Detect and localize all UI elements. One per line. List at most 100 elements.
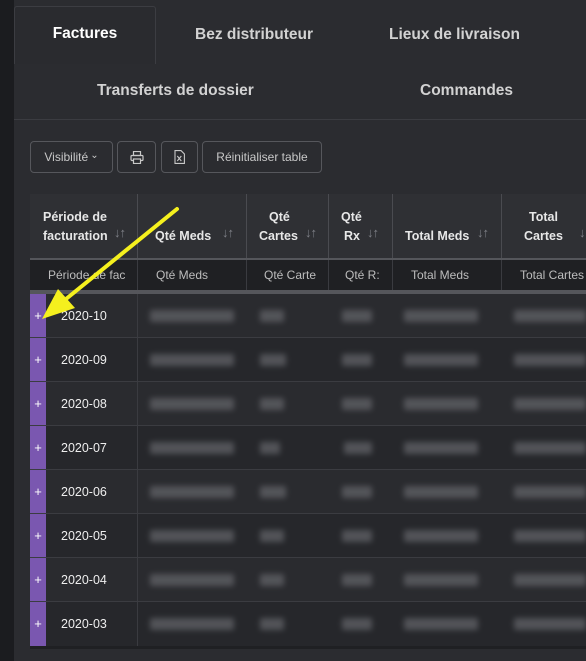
filter-input-total-cartes[interactable]: Total Cartes [502,260,586,290]
redacted-value [342,398,372,410]
redacted-value [260,486,286,498]
column-header-total-cartes-line2: Cartes [524,229,563,243]
printer-icon [129,150,144,164]
redacted-value [514,486,586,498]
column-header-periode-line1: Période de [43,210,107,224]
column-header-qte-rx[interactable]: Qté Rx ↓↑ [329,194,393,258]
period-value: 2020-07 [61,441,107,455]
column-header-periode[interactable]: Période de facturation ↓↑ [30,194,138,258]
filter-input-qte-meds[interactable]: Qté Meds [138,260,247,290]
table-row: + 2020-06 [30,470,586,514]
sort-icon[interactable]: ↓↑ [222,225,234,240]
redacted-value [404,398,478,410]
column-header-qte-cartes[interactable]: Qté Cartes ↓↑ [247,194,329,258]
redacted-value [342,574,372,586]
redacted-value [150,398,234,410]
redacted-value [260,398,284,410]
column-header-qte-rx-line1: Qté [341,210,362,224]
column-header-qte-cartes-line1: Qté [269,210,290,224]
expand-row-button[interactable]: + [30,426,46,470]
redacted-value [514,574,586,586]
redacted-value [342,354,372,366]
redacted-value [150,530,234,542]
redacted-value [150,310,234,322]
expand-row-button[interactable]: + [30,514,46,558]
redacted-value [342,310,372,322]
chevron-down-icon: ⌄ [90,149,99,161]
redacted-value [404,310,478,322]
excel-file-icon [174,150,185,164]
tab-transferts-de-dossier[interactable]: Transferts de dossier [97,82,254,100]
column-header-periode-line2: facturation [43,229,108,243]
redacted-value [150,354,234,366]
column-header-total-cartes-line1: Total [529,210,558,224]
expand-row-button[interactable]: + [30,338,46,382]
redacted-value [404,354,478,366]
table-row: + 2020-09 [30,338,586,382]
redacted-value [260,310,284,322]
sort-icon[interactable]: ↓↑ [305,225,317,240]
redacted-value [342,618,372,630]
redacted-value [342,486,372,498]
window-left-edge [0,0,14,661]
redacted-value [150,574,234,586]
sort-icon[interactable]: ↓↑ [114,225,126,240]
sort-icon[interactable]: ↓↑ [579,225,586,240]
redacted-value [514,530,586,542]
redacted-value [514,618,586,630]
table-row: + 2020-10 [30,294,586,338]
column-header-total-meds[interactable]: Total Meds ↓↑ [393,194,502,258]
redacted-value [514,398,586,410]
expand-row-button[interactable]: + [30,294,46,338]
period-value: 2020-09 [61,353,107,367]
redacted-value [404,442,478,454]
expand-row-button[interactable]: + [30,470,46,514]
table-row: + 2020-08 [30,382,586,426]
expand-row-button[interactable]: + [30,602,46,646]
redacted-value [514,354,586,366]
tab-factures[interactable]: Factures [14,6,156,64]
print-button[interactable] [117,141,156,173]
redacted-value [404,486,478,498]
redacted-value [404,618,478,630]
column-header-qte-meds[interactable]: Qté Meds ↓↑ [138,194,247,258]
redacted-value [404,530,478,542]
redacted-value [514,310,586,322]
visibility-dropdown-button[interactable]: Visibilité ⌄ [30,141,113,173]
filter-input-total-meds[interactable]: Total Meds [393,260,502,290]
sort-icon[interactable]: ↓↑ [367,225,379,240]
redacted-value [150,442,234,454]
column-header-total-meds-label: Total Meds [405,229,470,243]
filter-input-qte-rx[interactable]: Qté R: [329,260,393,290]
redacted-value [260,442,280,454]
period-value: 2020-04 [61,573,107,587]
redacted-value [150,486,234,498]
expand-row-button[interactable]: + [30,382,46,426]
sort-icon[interactable]: ↓↑ [477,225,489,240]
reset-table-button[interactable]: Réinitialiser table [202,141,322,173]
tab-bez-distributeur[interactable]: Bez distributeur [195,26,313,44]
column-header-qte-cartes-line2: Cartes [259,229,298,243]
excel-export-button[interactable] [161,141,198,173]
redacted-value [260,618,284,630]
tab-commandes[interactable]: Commandes [420,82,513,100]
redacted-value [342,530,372,542]
redacted-value [260,530,284,542]
expand-row-button[interactable]: + [30,558,46,602]
tabs-divider [14,119,586,120]
reset-table-label: Réinitialiser table [216,150,308,164]
invoices-table: Période de facturation ↓↑ Qté Meds ↓↑ Qt… [30,194,586,649]
filter-input-periode[interactable]: Période de fac [30,260,138,290]
table-row: + 2020-04 [30,558,586,602]
table-row: + 2020-03 [30,602,586,646]
redacted-value [260,354,286,366]
table-row: + 2020-05 [30,514,586,558]
filter-input-qte-cartes[interactable]: Qté Carte [247,260,329,290]
period-value: 2020-03 [61,617,107,631]
tab-lieux-de-livraison[interactable]: Lieux de livraison [389,26,520,44]
period-value: 2020-10 [61,309,107,323]
redacted-value [404,574,478,586]
redacted-value [514,442,586,454]
table-row: + 2020-07 [30,426,586,470]
column-header-total-cartes[interactable]: Total Cartes ↓↑ [502,194,586,258]
